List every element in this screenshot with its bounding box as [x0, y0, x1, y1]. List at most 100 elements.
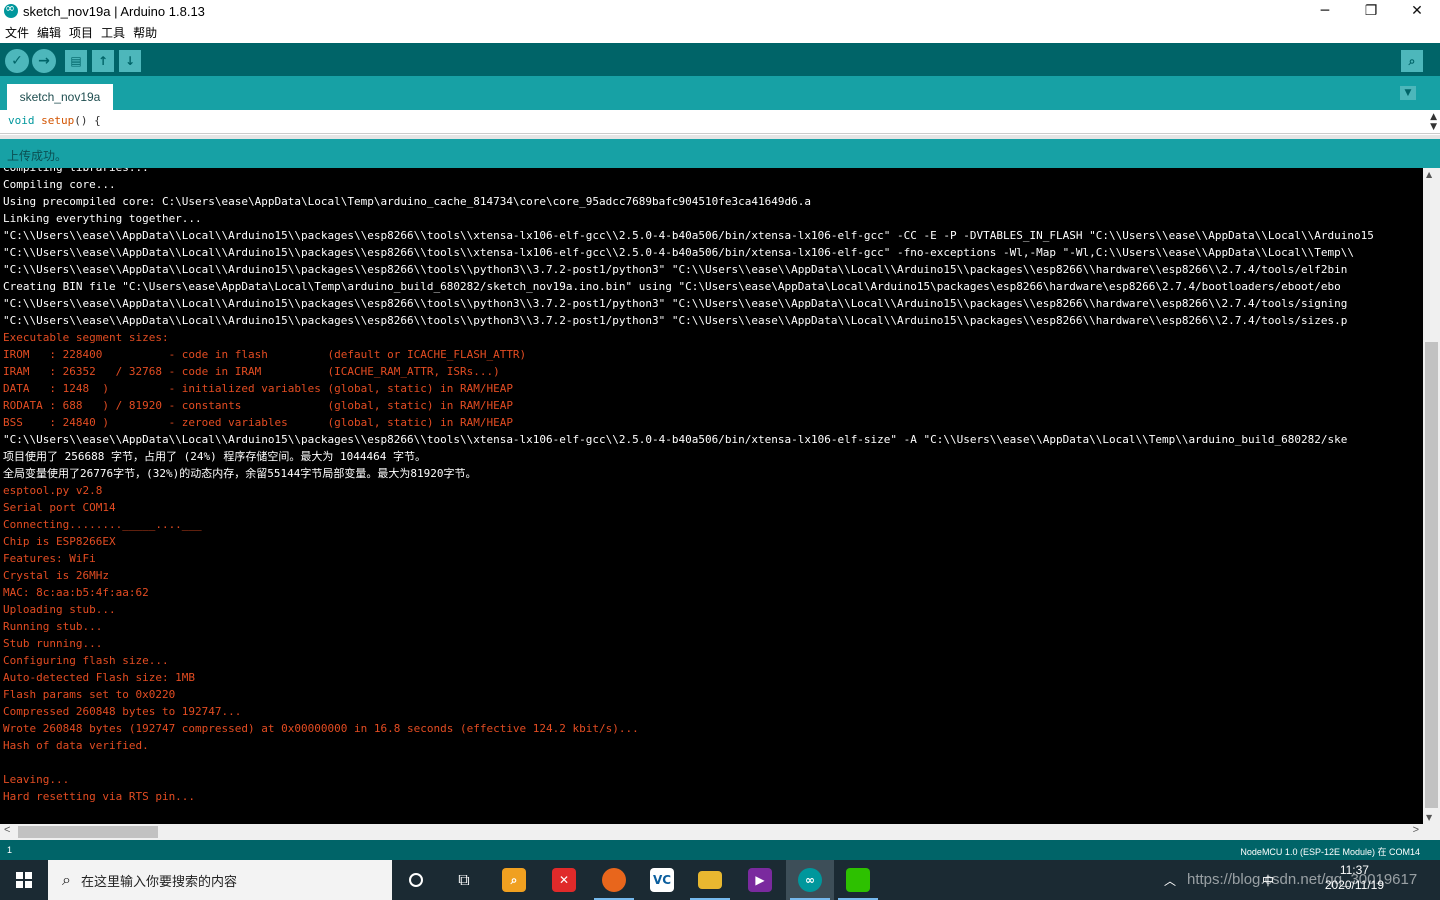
console-line: Configuring flash size... — [3, 654, 169, 667]
menu-help[interactable]: 帮助 — [133, 24, 157, 41]
task-view-button[interactable]: ⧉ — [440, 860, 488, 900]
console-horizontal-scrollbar[interactable]: < > — [0, 824, 1423, 840]
console-line: Using precompiled core: C:\Users\ease\Ap… — [3, 195, 811, 208]
arrow-right-icon: → — [38, 53, 50, 69]
console-line: Compressed 260848 bytes to 192747... — [3, 705, 242, 718]
console-line: IROM : 228400 - code in flash (default o… — [3, 348, 527, 361]
console-line: Hard resetting via RTS pin... — [3, 790, 196, 803]
tab-sketch[interactable]: sketch_nov19a — [7, 84, 113, 110]
minimize-button[interactable]: ─ — [1302, 0, 1348, 22]
console-vertical-scrollbar[interactable]: ▲ ▼ — [1423, 168, 1440, 824]
menu-tools[interactable]: 工具 — [101, 24, 125, 41]
chevron-down-icon: ▼ — [1404, 88, 1412, 98]
console-line: "C:\\Users\\ease\\AppData\\Local\\Arduin… — [3, 297, 1348, 310]
console-line: "C:\\Users\\ease\\AppData\\Local\\Arduin… — [3, 314, 1348, 327]
console-output[interactable]: Compiling libraries... Compiling core... U… — [0, 168, 1423, 824]
code-line: void setup() { — [8, 114, 101, 127]
start-button[interactable] — [0, 860, 48, 900]
console-line: Connecting........_____....___ — [3, 518, 202, 531]
new-file-icon: ▤ — [70, 54, 82, 68]
new-sketch-button[interactable]: ▤ — [65, 50, 87, 72]
verify-button[interactable]: ✓ — [5, 49, 29, 73]
maximize-button[interactable]: ❐ — [1348, 0, 1394, 22]
taskbar-app-vs[interactable]: ▶ — [736, 860, 784, 900]
save-sketch-button[interactable]: ↓ — [119, 50, 141, 72]
magnifier-icon: ⌕ — [1408, 53, 1416, 68]
tab-menu-button[interactable]: ▼ — [1400, 86, 1416, 100]
code-keyword: void — [8, 114, 35, 127]
console-line: 全局变量使用了26776字节，(32%)的动态内存，余留55144字节局部变量。… — [3, 467, 477, 480]
console-line: RODATA : 688 ) / 81920 - constants (glob… — [3, 399, 513, 412]
watermark-text: https://blog.csdn.net/qq_30019617 — [1187, 871, 1418, 888]
taskbar-app-arduino[interactable]: ∞ — [786, 860, 834, 900]
visual-studio-icon: ▶ — [748, 868, 772, 892]
taskbar-app-xmind[interactable]: ✕ — [540, 860, 588, 900]
console-line: Auto-detected Flash size: 1MB — [3, 671, 196, 684]
scroll-up-icon[interactable]: ▲ — [1426, 170, 1432, 179]
search-placeholder: 在这里输入你要搜索的内容 — [80, 873, 237, 889]
console-line: Serial port COM14 — [3, 501, 116, 514]
menu-file[interactable]: 文件 — [5, 24, 29, 41]
vertical-scroll-thumb[interactable] — [1425, 342, 1438, 808]
taskbar-app-firefox[interactable] — [590, 860, 638, 900]
console-line: Flash params set to 0x0220 — [3, 688, 176, 701]
cortana-button[interactable] — [392, 860, 440, 900]
xmind-icon: ✕ — [552, 868, 576, 892]
console-line: "C:\\Users\\ease\\AppData\\Local\\Arduin… — [3, 263, 1348, 276]
search-icon: ⌕ — [62, 870, 71, 889]
console-line: Compiling core... — [3, 178, 116, 191]
console-line: MAC: 8c:aa:b5:4f:aa:62 — [3, 586, 149, 599]
scroll-right-icon[interactable]: > — [1413, 824, 1419, 836]
console-line: Wrote 260848 bytes (192747 compressed) a… — [3, 722, 639, 735]
console-line: Hash of data verified. — [3, 739, 149, 752]
code-editor[interactable]: void setup() { ▲ ▼ — [0, 110, 1440, 134]
taskbar-search-box[interactable]: ⌕ 在这里输入你要搜索的内容 — [48, 860, 392, 900]
console-line: "C:\\Users\\ease\\AppData\\Local\\Arduin… — [3, 246, 1355, 259]
console-line: Executable segment sizes: — [3, 331, 169, 344]
console-line: IRAM : 26352 / 32768 - code in IRAM (ICA… — [3, 365, 500, 378]
scroll-down-icon[interactable]: ▼ — [1426, 813, 1432, 822]
code-function: setup — [41, 114, 75, 127]
console-line: esptool.py v2.8 — [3, 484, 103, 497]
arduino-logo-icon — [4, 1, 18, 18]
taskbar-app-file-explorer[interactable] — [686, 860, 734, 900]
check-icon: ✓ — [11, 53, 23, 69]
upload-button[interactable]: → — [32, 49, 56, 73]
console-line: Stub running... — [3, 637, 103, 650]
console-line: Uploading stub... — [3, 603, 116, 616]
arduino-icon: ∞ — [798, 868, 822, 892]
scroll-left-icon[interactable]: < — [4, 824, 10, 836]
open-arrow-up-icon: ↑ — [97, 54, 109, 68]
console-line: Leaving... — [3, 773, 70, 786]
taskbar-app-wechat[interactable] — [834, 860, 882, 900]
window-title: sketch_nov19a | Arduino 1.8.13 — [23, 3, 205, 19]
magnifier-app-icon: ⌕ — [502, 868, 526, 892]
code-rest: () { — [74, 114, 101, 127]
tab-bar: sketch_nov19a ▼ — [0, 76, 1440, 110]
editor-scroll-arrows[interactable]: ▲ ▼ — [1430, 112, 1437, 132]
serial-monitor-button[interactable]: ⌕ — [1401, 50, 1423, 72]
menu-sketch[interactable]: 项目 — [69, 24, 93, 41]
horizontal-scroll-thumb[interactable] — [18, 826, 158, 838]
console-line: Compiling libraries... — [3, 168, 1374, 176]
console-line: Linking everything together... — [3, 212, 202, 225]
console-line: Chip is ESP8266EX — [3, 535, 116, 548]
close-button[interactable]: ✕ — [1394, 0, 1440, 22]
taskbar-app-vc[interactable]: VC — [638, 860, 686, 900]
console-line: "C:\\Users\\ease\\AppData\\Local\\Arduin… — [3, 229, 1374, 242]
console-line: DATA : 1248 ) - initialized variables (g… — [3, 382, 513, 395]
console-line: Creating BIN file "C:\Users\ease\AppData… — [3, 280, 1341, 293]
console-line: "C:\\Users\\ease\\AppData\\Local\\Arduin… — [3, 433, 1348, 446]
folder-icon — [698, 871, 722, 889]
status-bar: 上传成功。 — [0, 139, 1440, 168]
wechat-icon — [846, 868, 870, 892]
cortana-circle-icon — [409, 873, 423, 887]
taskbar-app-search-tool[interactable]: ⌕ — [490, 860, 538, 900]
menu-edit[interactable]: 编辑 — [37, 24, 61, 41]
console-line: Crystal is 26MHz — [3, 569, 109, 582]
tray-chevron-up-icon[interactable]: ︿ — [1164, 860, 1176, 900]
console-line: BSS : 24840 ) - zeroed variables (global… — [3, 416, 513, 429]
menu-bar: 文件 编辑 项目 工具 帮助 — [0, 22, 1440, 42]
open-sketch-button[interactable]: ↑ — [92, 50, 114, 72]
